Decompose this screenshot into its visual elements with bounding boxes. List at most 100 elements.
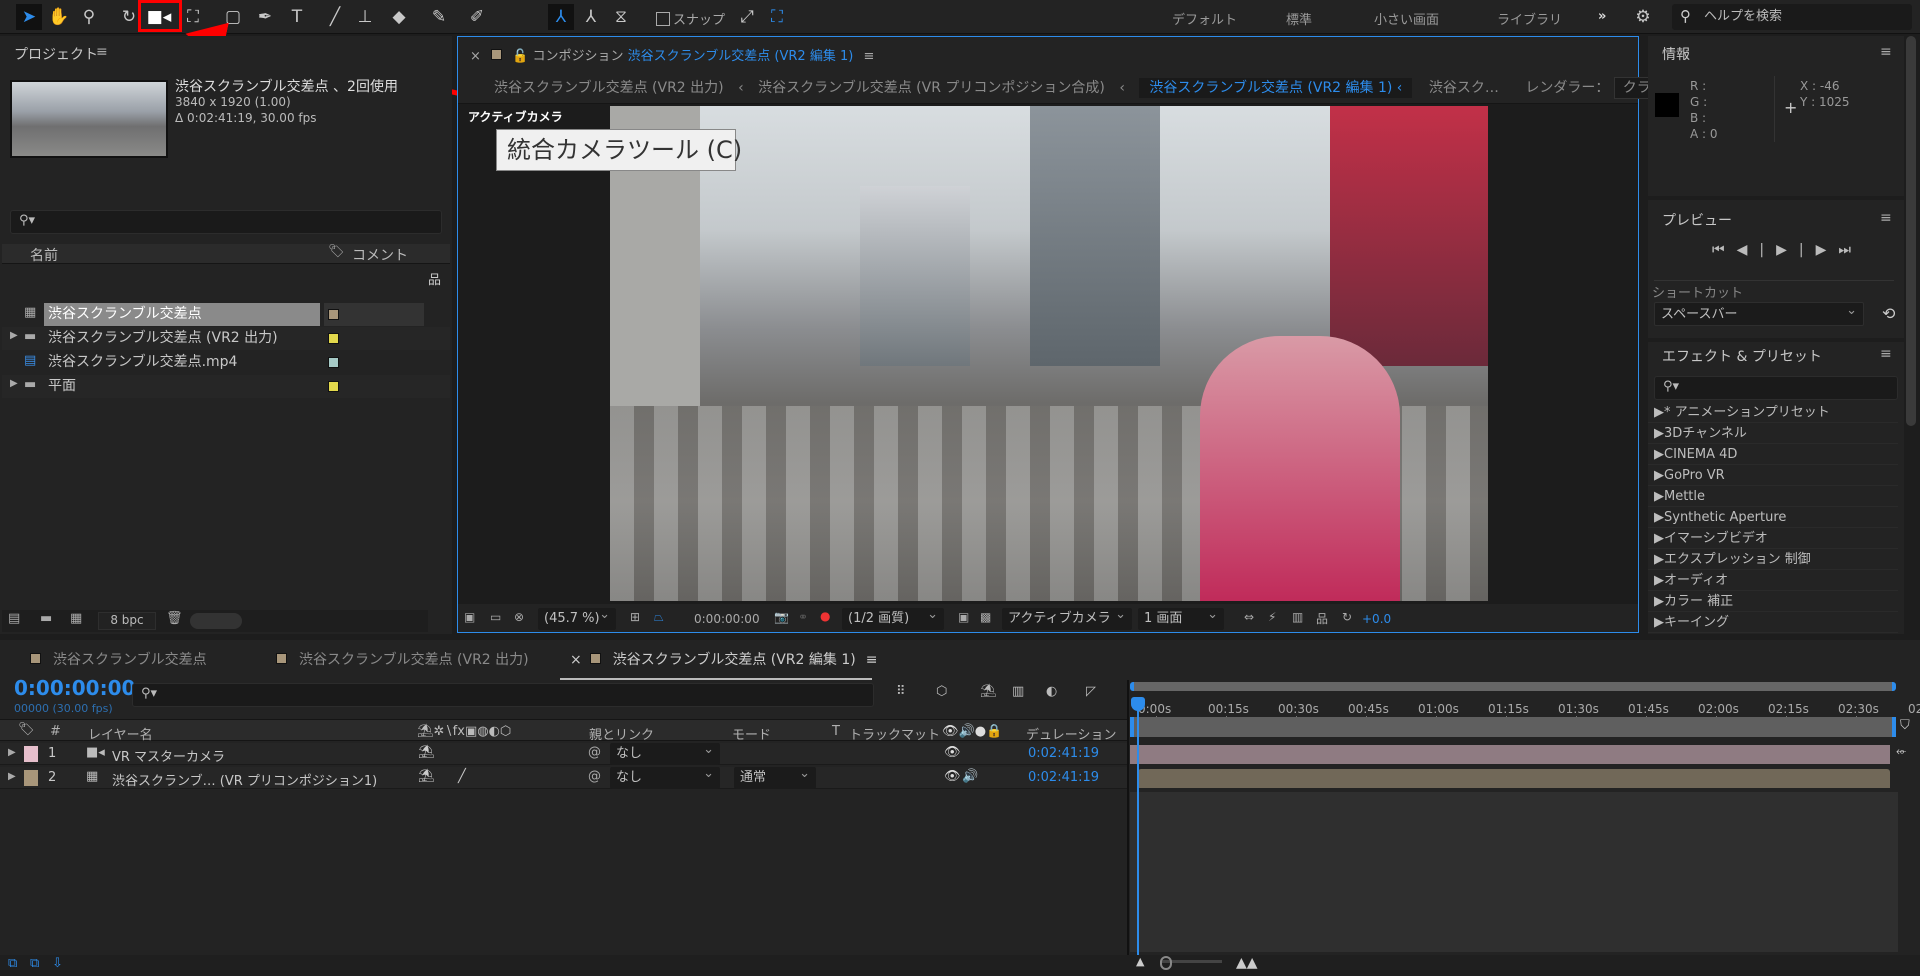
pickwhip-icon[interactable]: @: [588, 769, 601, 784]
shy-switch-icon[interactable]: ⛱: [418, 745, 435, 760]
parent-dropdown[interactable]: なし: [610, 763, 720, 789]
pixel-aspect-icon[interactable]: ⇔: [1244, 610, 1254, 624]
workspace-default[interactable]: デフォルト: [1172, 9, 1237, 28]
pickwhip-icon[interactable]: @: [588, 745, 601, 760]
channel-icon[interactable]: ●: [820, 609, 830, 623]
show-snapshot-icon[interactable]: ⚭: [798, 610, 808, 624]
label-tag-icon[interactable]: 🏷: [18, 722, 35, 737]
expand-triangle-icon[interactable]: ▶: [10, 378, 18, 389]
expand-triangle-icon[interactable]: ▶: [8, 747, 16, 758]
layer-bar-1[interactable]: [1130, 745, 1890, 764]
eye-icon[interactable]: 👁: [944, 769, 961, 784]
composition-viewer[interactable]: アクティブカメラ: [458, 104, 1638, 604]
mask-visibility-icon[interactable]: ⊗: [514, 610, 524, 624]
timeline-tab[interactable]: 渋谷スクランブル交差点: [30, 649, 207, 669]
motion-blur-icon[interactable]: ◐: [1046, 684, 1057, 699]
mode-dropdown[interactable]: 通常: [734, 763, 816, 789]
workspace-library[interactable]: ライブラリ: [1497, 9, 1562, 28]
column-duration[interactable]: デュレーション: [1026, 724, 1116, 743]
right-panel-scrollbar[interactable]: [1906, 36, 1916, 426]
layer-row[interactable]: ▶ 2 ▦ 渋谷スクランブ… (VR プリコンポジション1) ⛱ ╱ @ なし …: [0, 763, 1127, 789]
expand-triangle-icon[interactable]: ▶: [1654, 531, 1664, 546]
playhead[interactable]: [1137, 700, 1139, 956]
effects-search-input[interactable]: ⚲▾: [1654, 376, 1898, 400]
timeline-toggle-icon[interactable]: ⚡: [1268, 610, 1276, 624]
time-navigator-bar[interactable]: [1130, 682, 1896, 691]
first-frame-icon[interactable]: ⏮: [1712, 242, 1737, 258]
expand-triangle-icon[interactable]: ▶: [1654, 594, 1664, 609]
layer-name[interactable]: 渋谷スクランブ… (VR プリコンポジション1): [112, 770, 377, 789]
draft-3d-icon[interactable]: ⬡: [936, 684, 947, 699]
playhead-handle[interactable]: [1131, 697, 1145, 711]
exposure-value[interactable]: +0.0: [1362, 612, 1391, 626]
hide-shy-layers-icon[interactable]: ⛱: [980, 684, 997, 699]
previous-frame-icon[interactable]: ◀|: [1737, 242, 1776, 258]
breadcrumb-item[interactable]: 渋谷スク…: [1429, 80, 1499, 96]
composition-tab[interactable]: × 🔓 コンポジション 渋谷スクランブル交差点 (VR2 編集 1) ≡: [470, 45, 874, 64]
more-workspaces-button[interactable]: »: [1598, 9, 1606, 24]
layer-name[interactable]: VR マスターカメラ: [112, 746, 225, 765]
layer-duration[interactable]: 0:02:41:19: [1028, 746, 1099, 761]
column-comment[interactable]: コメント: [352, 245, 408, 265]
help-search-input[interactable]: ヘルプを検索: [1672, 4, 1912, 30]
expand-triangle-icon[interactable]: ▶: [1654, 426, 1664, 441]
panel-menu-icon[interactable]: ≡: [96, 44, 108, 60]
magnification-dropdown[interactable]: (45.7 %): [538, 604, 616, 630]
trash-icon[interactable]: 🗑: [166, 611, 183, 626]
column-parent[interactable]: 親とリンク: [589, 724, 654, 743]
new-folder-icon[interactable]: ▬: [40, 611, 52, 626]
monitor-icon[interactable]: ▭: [490, 610, 501, 624]
camera-view-dropdown[interactable]: アクティブカメラ: [1002, 604, 1132, 630]
timeline-tab[interactable]: 渋谷スクランブル交差点 (VR2 出力): [276, 649, 529, 669]
effect-category[interactable]: ▶* アニメーションプリセット: [1648, 402, 1898, 423]
label-color[interactable]: [328, 309, 339, 320]
expand-triangle-icon[interactable]: ▶: [1654, 489, 1664, 504]
project-search-input[interactable]: ⚲▾: [10, 210, 442, 234]
layer-label-color[interactable]: [24, 746, 38, 762]
next-frame-icon[interactable]: |▶: [1799, 242, 1838, 258]
column-mode[interactable]: モード: [732, 724, 771, 743]
close-icon[interactable]: ×: [470, 49, 481, 64]
expand-triangle-icon[interactable]: ▶: [1654, 468, 1664, 483]
panel-menu-icon[interactable]: ≡: [1880, 44, 1892, 60]
zoom-out-icon[interactable]: ▲: [1136, 955, 1144, 968]
panel-menu-icon[interactable]: ≡: [1880, 210, 1892, 226]
parent-dropdown[interactable]: なし: [610, 739, 720, 765]
expand-triangle-icon[interactable]: ▶: [1654, 447, 1664, 462]
project-item[interactable]: ▦ 渋谷スクランブル交差点: [2, 303, 450, 326]
column-layer-name[interactable]: レイヤー名: [88, 724, 153, 743]
effect-category[interactable]: ▶カラー 補正: [1648, 591, 1898, 612]
play-icon[interactable]: ▶: [1776, 242, 1799, 258]
reset-icon[interactable]: ⟲: [1882, 304, 1895, 323]
breadcrumb-item[interactable]: 渋谷スクランブル交差点 (VR プリコンポジション合成): [758, 80, 1105, 96]
work-area-bar[interactable]: [1130, 717, 1896, 737]
expand-triangle-icon[interactable]: ▶: [10, 330, 18, 341]
current-time-display[interactable]: 0:00:00:00: [694, 612, 760, 626]
eye-icon[interactable]: 👁: [944, 745, 961, 760]
zoom-slider-handle[interactable]: [1160, 956, 1172, 970]
project-scrollbar[interactable]: [190, 613, 242, 629]
panel-menu-icon[interactable]: ≡: [866, 652, 878, 668]
effect-category[interactable]: ▶3Dチャンネル: [1648, 423, 1898, 444]
comp-flowchart-icon[interactable]: ▥: [1292, 610, 1303, 624]
effect-category[interactable]: ▶Mettle: [1648, 486, 1898, 507]
column-name[interactable]: 名前: [30, 245, 58, 265]
layer-row[interactable]: ▶ 1 ■◂ VR マスターカメラ ⛱ @ なし 👁 0:02:41:19: [0, 739, 1127, 765]
column-t[interactable]: T: [832, 724, 840, 739]
effect-category[interactable]: ▶CINEMA 4D: [1648, 444, 1898, 465]
expand-triangle-icon[interactable]: ▶: [1654, 510, 1664, 525]
expand-triangle-icon[interactable]: ▶: [1654, 573, 1664, 588]
layer-switches-toggle-icon[interactable]: ⧉: [8, 956, 17, 971]
label-color[interactable]: [328, 357, 339, 368]
flowchart-icon[interactable]: 品: [1316, 610, 1328, 627]
label-tag-icon[interactable]: 🏷: [328, 244, 345, 259]
expand-triangle-icon[interactable]: ▶: [1654, 552, 1664, 567]
shy-switch-icon[interactable]: ⛱: [418, 769, 435, 784]
effect-category[interactable]: ▶エクスプレッション 制御: [1648, 549, 1898, 570]
expand-triangle-icon[interactable]: ▶: [1654, 405, 1664, 420]
breadcrumb-item[interactable]: 渋谷スクランブル交差点 (VR2 出力): [494, 80, 724, 96]
bit-depth-button[interactable]: 8 bpc: [98, 612, 156, 630]
expand-triangle-icon[interactable]: ▶: [1654, 615, 1664, 630]
comp-marker-icon[interactable]: ⛉: [1900, 718, 1910, 733]
layer-duration[interactable]: 0:02:41:19: [1028, 770, 1099, 785]
